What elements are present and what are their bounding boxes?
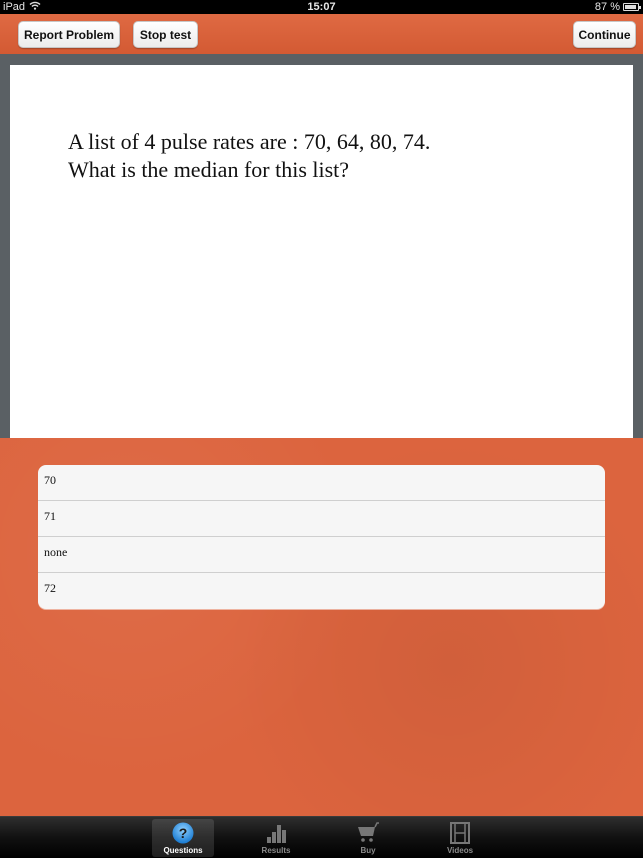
tab-questions[interactable]: ? Questions (152, 819, 214, 857)
status-bar: iPad 15:07 87 % (0, 0, 643, 14)
report-problem-button[interactable]: Report Problem (18, 21, 120, 48)
answer-option[interactable]: none (38, 537, 605, 573)
status-right: 87 % (594, 0, 641, 14)
tab-label: Results (261, 846, 291, 855)
tab-label: Questions (163, 846, 203, 855)
tab-label: Videos (446, 846, 474, 855)
tab-bar: ? Questions Results Buy Videos (0, 816, 643, 858)
answer-option[interactable]: 72 (38, 573, 605, 609)
battery-percent: 87 % (594, 1, 620, 13)
film-icon (429, 821, 491, 845)
question-text: A list of 4 pulse rates are : 70, 64, 80… (68, 128, 430, 184)
question-icon: ? (152, 821, 214, 845)
answer-option[interactable]: 71 (38, 501, 605, 537)
question-line-1: A list of 4 pulse rates are : 70, 64, 80… (68, 129, 431, 154)
bar-chart-icon (245, 821, 307, 845)
answer-option[interactable]: 70 (38, 465, 605, 501)
top-toolbar: Report Problem Stop test Continue (0, 14, 643, 54)
question-line-2: What is the median for this list? (68, 157, 350, 182)
question-panel: A list of 4 pulse rates are : 70, 64, 80… (10, 65, 633, 445)
tab-videos[interactable]: Videos (429, 819, 491, 857)
clock: 15:07 (307, 1, 336, 13)
answer-panel: 70 71 none 72 (0, 438, 643, 816)
svg-text:?: ? (179, 825, 188, 841)
cart-icon (337, 821, 399, 845)
battery-icon (623, 3, 641, 11)
continue-button[interactable]: Continue (573, 21, 636, 48)
tab-results[interactable]: Results (245, 819, 307, 857)
stop-test-button[interactable]: Stop test (133, 21, 198, 48)
tab-label: Buy (360, 846, 376, 855)
tab-buy[interactable]: Buy (337, 819, 399, 857)
answer-list: 70 71 none 72 (38, 465, 605, 609)
